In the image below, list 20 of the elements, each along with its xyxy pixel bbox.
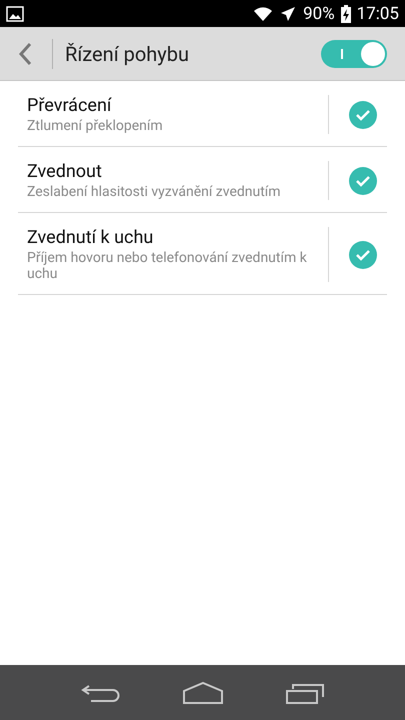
setting-description: Zeslabení hlasitosti vyzvánění zvednutím <box>27 184 282 200</box>
checkmark-icon <box>355 108 371 122</box>
checkbox[interactable] <box>349 100 377 128</box>
home-button[interactable] <box>182 680 224 704</box>
battery-percent: 90% <box>303 4 335 24</box>
toggle-switch[interactable] <box>321 40 387 68</box>
clock: 17:05 <box>356 4 399 24</box>
setting-description: Příjem hovoru nebo telefonování zvednutím k uchu <box>27 250 308 282</box>
setting-description: Ztlumení překlopením <box>27 118 164 134</box>
checkmark-icon <box>355 248 371 262</box>
gallery-icon <box>6 6 24 22</box>
setting-title: Zvednout <box>27 161 103 182</box>
wifi-icon <box>253 6 274 22</box>
setting-title: Převrácení <box>27 95 113 116</box>
checkbox[interactable] <box>349 240 377 268</box>
setting-title: Zvednutí k uchu <box>27 227 154 248</box>
checkmark-icon <box>355 174 371 188</box>
checkbox[interactable] <box>349 166 377 194</box>
page-title: Řízení pohybu <box>65 42 190 66</box>
battery-charging-icon <box>340 4 351 22</box>
